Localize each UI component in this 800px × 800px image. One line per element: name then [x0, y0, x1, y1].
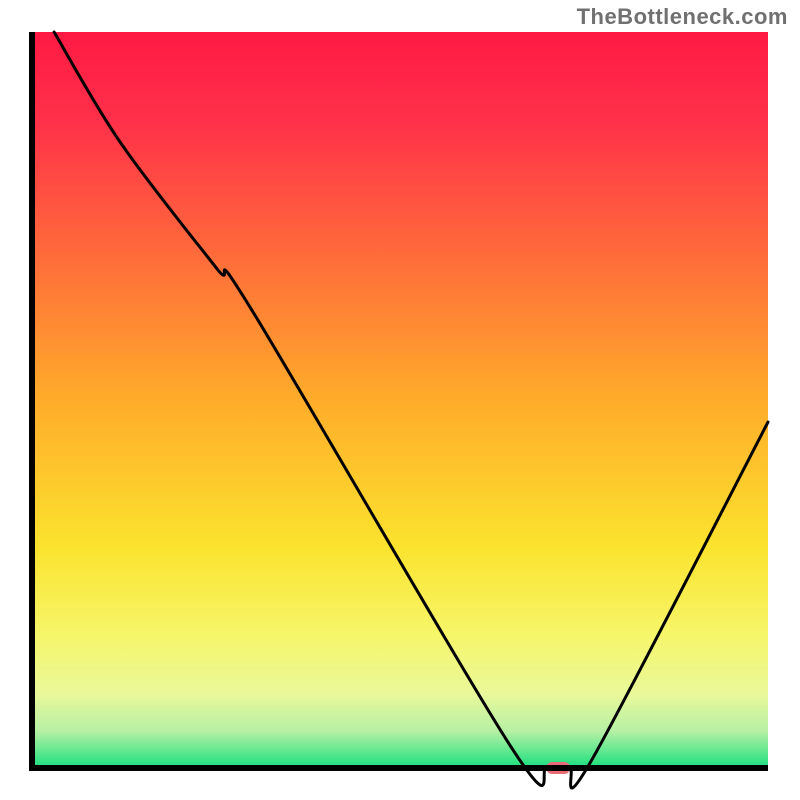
bottleneck-chart: TheBottleneck.com — [0, 0, 800, 800]
watermark-label: TheBottleneck.com — [577, 4, 788, 30]
plot-background — [32, 32, 768, 768]
chart-canvas — [0, 0, 800, 800]
